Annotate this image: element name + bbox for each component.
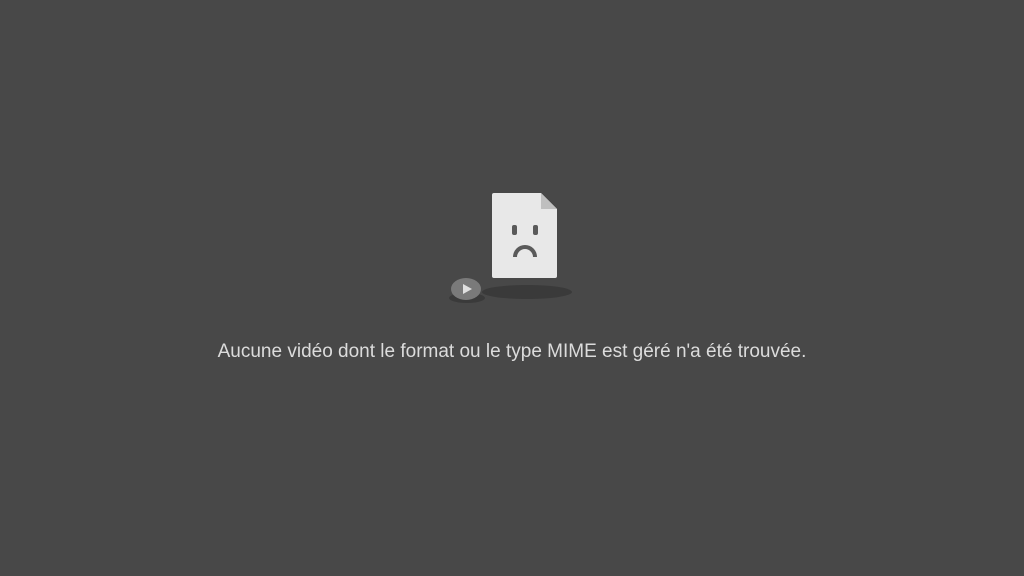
error-message: Aucune vidéo dont le format ou le type M…: [218, 341, 807, 363]
play-button-icon: [451, 278, 481, 300]
sad-face-icon: [492, 225, 557, 257]
video-error-container: Aucune vidéo dont le format ou le type M…: [218, 193, 807, 363]
document-shadow: [482, 285, 572, 299]
sad-document-icon: [492, 193, 557, 278]
error-icon-group: [447, 193, 577, 303]
